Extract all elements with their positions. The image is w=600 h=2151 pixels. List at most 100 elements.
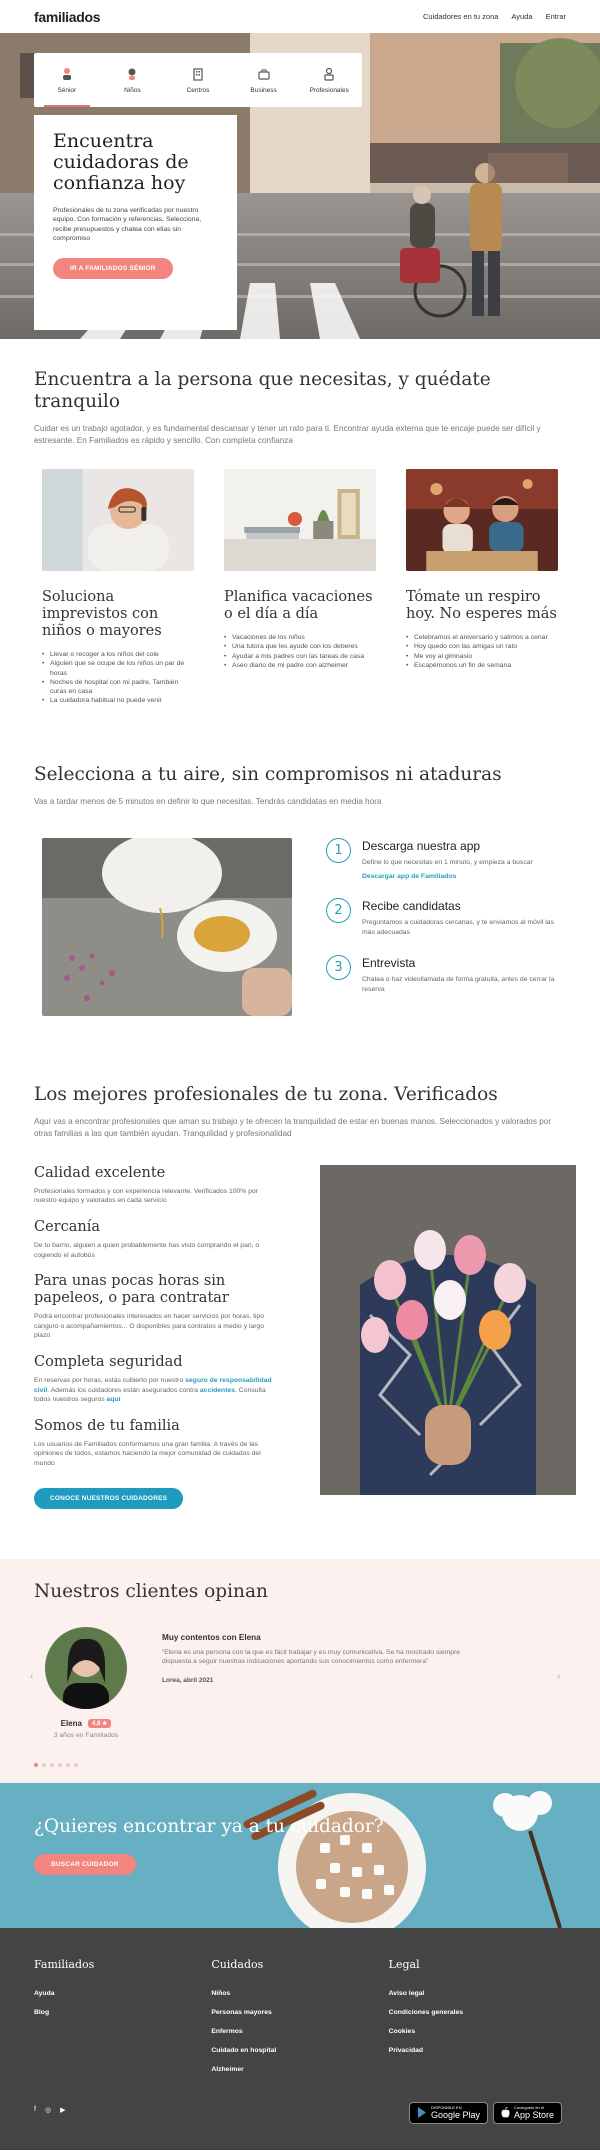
app-store-button[interactable]: Consíguelo en el App Store <box>492 2101 562 2124</box>
search-carer-button[interactable]: BUSCAR CUIDADOR <box>34 1853 136 1875</box>
step-number: 1 <box>326 837 351 863</box>
footer-link-enfermos[interactable]: Enfermos <box>211 2022 388 2041</box>
social-links: f ◎ ▶ <box>34 2106 65 2114</box>
footer-link-ninos[interactable]: Niños <box>211 1984 388 2003</box>
footer-link-cookies[interactable]: Cookies <box>389 2022 566 2041</box>
meet-carers-button[interactable]: CONOCE NUESTROS CUIDADORES <box>34 1487 184 1509</box>
footer-link-mayores[interactable]: Personas mayores <box>211 2003 388 2022</box>
tab-centros[interactable]: Centros <box>165 53 231 107</box>
feature-text: Profesionales formados y con experiencia… <box>34 1187 259 1205</box>
features-list: Calidad excelente Profesionales formados… <box>34 1165 280 1509</box>
carousel-dot[interactable] <box>74 1762 78 1767</box>
step-number: 2 <box>326 898 351 924</box>
step-number: 3 <box>326 955 351 981</box>
carousel-dot[interactable] <box>50 1762 54 1767</box>
card-title: Planifica vacaciones o el día a día <box>224 589 373 622</box>
carousel-dot[interactable] <box>58 1762 62 1767</box>
nav-entrar[interactable]: Entrar <box>546 12 566 21</box>
step-text: Chatea o haz videollamada de forma gratu… <box>362 976 555 993</box>
feature-seguridad: Completa seguridad En reservas por horas… <box>34 1354 280 1405</box>
footer-link-aviso[interactable]: Aviso legal <box>389 1984 566 2003</box>
tab-senior[interactable]: Sénior <box>34 53 100 107</box>
prev-arrow-icon[interactable]: ‹ <box>30 1671 33 1682</box>
footer-link-privacidad[interactable]: Privacidad <box>389 2041 566 2060</box>
testimonial-body: Muy contentos con Elena “Elena es una pe… <box>162 1627 482 1684</box>
footer-col-title: Familiados <box>34 1957 95 1971</box>
tab-business[interactable]: Business <box>231 53 297 107</box>
feature-text: En reservas por horas, estás cubierto po… <box>34 1376 272 1404</box>
next-arrow-icon[interactable]: › <box>557 1671 560 1682</box>
google-play-icon <box>417 2107 426 2118</box>
accidents-link[interactable]: accidentes <box>200 1387 235 1394</box>
nav-ayuda[interactable]: Ayuda <box>511 12 532 21</box>
feature-text: Los usuarios de Familiados conformamos u… <box>34 1440 261 1467</box>
facebook-icon[interactable]: f <box>34 2106 36 2114</box>
carousel-dot[interactable] <box>66 1762 70 1767</box>
testimonials: Nuestros clientes opinan ‹ Elena 4,8 ★ 3… <box>0 1558 600 1783</box>
footer-col-cuidados: Cuidados Niños Personas mayores Enfermos… <box>211 1958 388 2079</box>
list-item: Celebramos el aniversario y salimos a ce… <box>406 633 558 643</box>
quote-title: Muy contentos con Elena <box>162 1632 261 1642</box>
step-3: 3 Entrevista Chatea o haz videollamada d… <box>326 955 566 994</box>
footer-col-title: Cuidados <box>211 1957 264 1971</box>
footer-link-hospital[interactable]: Cuidado en hospital <box>211 2041 388 2060</box>
briefcase-icon <box>257 69 270 80</box>
list-item: La cuidadora habitual no puede venir <box>42 696 194 706</box>
cards: Soluciona imprevistos con niños o mayore… <box>34 469 566 706</box>
list-item: Llevar o recoger a los niños del cole <box>42 650 194 660</box>
step-2: 2 Recibe candidatas Preguntamos a cuidad… <box>326 898 566 937</box>
carousel-dot[interactable] <box>34 1762 38 1767</box>
tab-ninos[interactable]: Niños <box>100 53 166 107</box>
service-tabs: Sénior Niños Centros Business Profesiona… <box>34 53 362 107</box>
elderly-icon <box>62 67 71 80</box>
footer-link-blog[interactable]: Blog <box>34 2003 211 2022</box>
section-lead: Vas a tardar menos de 5 minutos en defin… <box>34 796 382 806</box>
insurance-here-link[interactable]: aquí <box>107 1396 121 1403</box>
list-item: Alguien que se ocupe de los niños un par… <box>42 659 194 678</box>
download-app-link[interactable]: Descargar app de Familiados <box>362 873 533 880</box>
instagram-icon[interactable]: ◎ <box>45 2106 51 2114</box>
card-vacaciones: Planifica vacaciones o el día a día Vaca… <box>224 469 376 706</box>
feature-title: Cercanía <box>34 1218 100 1235</box>
nav-cuidadores[interactable]: Cuidadores en tu zona <box>423 12 498 21</box>
section-title: Los mejores profesionales de tu zona. Ve… <box>34 1083 498 1105</box>
card-imprevistos: Soluciona imprevistos con niños o mayore… <box>42 469 194 706</box>
feature-text: Podrá encontrar profesionales interesado… <box>34 1313 265 1340</box>
feature-title: Somos de tu familia <box>34 1417 180 1434</box>
find-person-section: Encuentra a la persona que necesitas, y … <box>0 339 600 706</box>
go-senior-button[interactable]: IR A FAMILIADOS SÉNIOR <box>53 257 173 279</box>
list-item: Ayudar a mis padres con las tareas de ca… <box>224 652 376 662</box>
card-list: Celebramos el aniversario y salimos a ce… <box>406 633 558 670</box>
footer-link-condiciones[interactable]: Condiciones generales <box>389 2003 566 2022</box>
hero: Sénior Niños Centros Business Profesiona… <box>0 33 600 339</box>
person-name-row: Elena 4,8 ★ <box>34 1718 138 1728</box>
app-stores: DISPONIBLE EN Google Play Consíguelo en e… <box>408 2101 562 2124</box>
footer-link-ayuda[interactable]: Ayuda <box>34 1984 211 2003</box>
footer-col-legal: Legal Aviso legal Condiciones generales … <box>389 1958 566 2079</box>
section-lead: Aquí vas a encontrar profesionales que a… <box>34 1116 552 1138</box>
building-icon <box>193 67 203 81</box>
tab-profesionales[interactable]: Profesionales <box>296 53 362 107</box>
hero-card: Encuentra cuidadoras de confianza hoy Pr… <box>34 115 237 330</box>
tea-photo <box>42 837 292 1016</box>
list-item: Vacaciones de los niños <box>224 633 376 643</box>
footer-col-title: Legal <box>388 1957 420 1971</box>
step-title: Entrevista <box>362 956 416 971</box>
youtube-icon[interactable]: ▶ <box>60 2106 65 2114</box>
feature-title: Calidad excelente <box>34 1164 166 1181</box>
logo[interactable]: familiados <box>34 9 101 25</box>
feature-text: De tu barrio, alguien a quien probableme… <box>34 1241 260 1259</box>
list-item: Aseo diario de mi padre con alzheimer <box>224 661 376 671</box>
quote-text: “Elena es una persona con la que es fáci… <box>162 1648 461 1666</box>
card-list: Llevar o recoger a los niños del cole Al… <box>42 650 194 706</box>
banner-text: ¿Quieres encontrar ya a tu cuidador? BUS… <box>34 1815 384 1875</box>
features-wrap: Calidad excelente Profesionales formados… <box>34 1164 576 1509</box>
footer-link-alzheimer[interactable]: Alzheimer <box>211 2060 388 2079</box>
steps-wrap: 1 Descarga nuestra app Define lo que nec… <box>34 837 566 1016</box>
google-play-button[interactable]: DISPONIBLE EN Google Play <box>408 2101 488 2124</box>
steps-list: 1 Descarga nuestra app Define lo que nec… <box>326 837 566 1016</box>
card-list: Vacaciones de los niños Una tutora que l… <box>224 633 376 670</box>
professionals-section: Los mejores profesionales de tu zona. Ve… <box>0 1016 600 1509</box>
carousel-dot[interactable] <box>42 1762 46 1767</box>
feature-familia: Somos de tu familia Los usuarios de Fami… <box>34 1418 280 1469</box>
